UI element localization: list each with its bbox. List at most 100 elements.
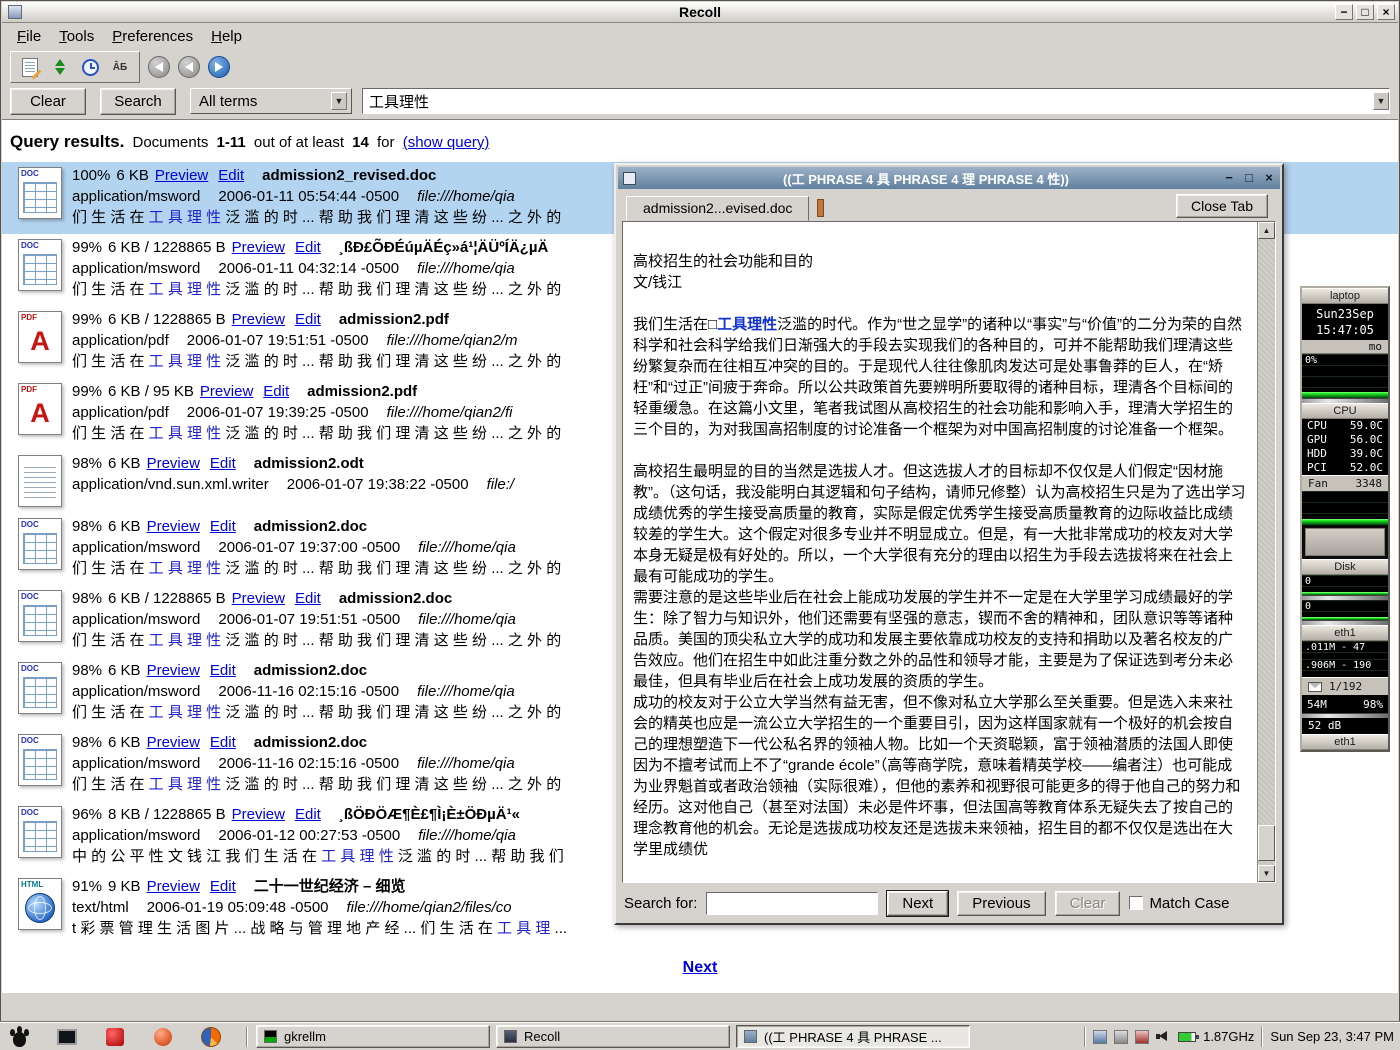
minimize-icon[interactable]: − (1335, 4, 1353, 20)
result-date: 2006-11-16 02:15:16 -0500 (218, 755, 399, 772)
find-input[interactable] (706, 892, 878, 915)
result-size: 6 KB / 1228865 B (108, 239, 226, 256)
edit-link[interactable]: Edit (210, 518, 236, 535)
sort-icon[interactable] (48, 55, 72, 79)
edit-link[interactable]: Edit (295, 806, 321, 823)
separator (246, 1027, 248, 1047)
menu-help[interactable]: Help (202, 26, 251, 47)
edit-link[interactable]: Edit (218, 167, 244, 184)
scrollbar-thumb[interactable] (1258, 825, 1275, 861)
taskbar-button[interactable]: gkrellm (256, 1025, 490, 1048)
search-button[interactable]: Search (100, 88, 176, 115)
tray-icon[interactable] (1114, 1030, 1128, 1044)
prev-page-icon[interactable] (178, 56, 200, 78)
disk-chart: 0 (1302, 575, 1388, 595)
activity-chart (1302, 491, 1388, 525)
firefox-icon[interactable] (198, 1025, 224, 1049)
preview-link[interactable]: Preview (155, 167, 208, 184)
preview-titlebar[interactable]: ((工 PHRASE 4 具 PHRASE 4 理 PHRASE 4 性)) −… (618, 167, 1280, 189)
highlighted-term: 工 具 理 性 (149, 209, 222, 226)
result-range: 1-11 (217, 134, 246, 151)
result-title: admission2.doc (254, 734, 367, 751)
chevron-down-icon: ▼ (331, 92, 347, 110)
preview-link[interactable]: Preview (147, 662, 200, 679)
preview-link[interactable]: Preview (232, 806, 285, 823)
edit-link[interactable]: Edit (210, 662, 236, 679)
search-mode-select[interactable]: All terms ▼ (190, 88, 352, 114)
first-page-icon[interactable] (148, 56, 170, 78)
edit-link[interactable]: Edit (295, 239, 321, 256)
preview-paragraph: 我们生活在□工具理性泛滥的时代。作为“世之显学”的诸种以“事实”与“价值”的二分… (633, 314, 1247, 440)
edit-link[interactable]: Edit (295, 311, 321, 328)
close-icon[interactable]: × (1377, 4, 1395, 20)
taskbar-button[interactable]: ((工 PHRASE 4 具 PHRASE ... (736, 1025, 970, 1048)
preview-paragraph (633, 293, 1247, 314)
edit-link[interactable]: Edit (210, 734, 236, 751)
sensor-row: HDD39.0C (1302, 447, 1388, 461)
match-case-checkbox[interactable] (1129, 896, 1143, 910)
find-previous-button[interactable]: Previous (957, 891, 1045, 916)
history-clock-icon[interactable] (78, 55, 102, 79)
chevron-down-icon[interactable]: ▼ (1373, 92, 1389, 110)
result-size: 6 KB (108, 662, 141, 679)
scrollbar-track[interactable] (1258, 239, 1275, 865)
result-title: admission2.doc (339, 590, 452, 607)
result-date: 2006-01-07 19:37:00 -0500 (218, 539, 400, 556)
result-relevance: 99% (72, 239, 102, 256)
find-clear-button[interactable]: Clear (1055, 891, 1121, 916)
next-page-link[interactable]: Next (683, 959, 718, 976)
sensor-name: GPU (1307, 433, 1327, 447)
preview-paragraph (633, 440, 1247, 461)
preview-link[interactable]: Preview (200, 383, 253, 400)
find-next-button[interactable]: Next (887, 891, 948, 916)
show-query-link[interactable]: (show query) (403, 134, 490, 151)
edit-link[interactable]: Edit (263, 383, 289, 400)
result-date: 2006-01-11 05:54:44 -0500 (218, 188, 399, 205)
result-mimetype: application/msword (72, 539, 200, 556)
preview-link[interactable]: Preview (232, 590, 285, 607)
minimize-icon[interactable]: − (1220, 168, 1238, 186)
close-tab-button[interactable]: Close Tab (1176, 194, 1268, 218)
search-input[interactable] (363, 90, 1373, 112)
volume-icon[interactable] (1156, 1030, 1171, 1043)
close-icon[interactable]: × (1260, 168, 1278, 186)
query-editor-icon[interactable] (18, 55, 42, 79)
term-explorer-icon[interactable]: ÂБ (108, 55, 132, 79)
preview-tab[interactable]: admission2...evised.doc (626, 196, 809, 221)
preview-scrollbar[interactable]: ▲ ▼ (1257, 222, 1275, 882)
terminal-launcher-icon[interactable] (54, 1025, 80, 1049)
tray-icon[interactable] (1135, 1030, 1149, 1044)
preview-link[interactable]: Preview (147, 455, 200, 472)
preview-link[interactable]: Preview (232, 311, 285, 328)
recoll-task-icon (504, 1030, 517, 1043)
fan-readout: Fan 3348 (1302, 475, 1388, 491)
scroll-down-icon[interactable]: ▼ (1258, 865, 1275, 882)
clear-button[interactable]: Clear (10, 88, 86, 115)
edit-link[interactable]: Edit (210, 455, 236, 472)
launcher-red-icon[interactable] (102, 1025, 128, 1049)
maximize-icon[interactable]: □ (1240, 168, 1258, 186)
preview-link[interactable]: Preview (147, 734, 200, 751)
result-url: file:/ (487, 476, 515, 493)
net-charts: .011M - 47.906M - 190 (1302, 641, 1388, 677)
result-size: 6 KB (116, 167, 149, 184)
doc-file-icon: DOC (8, 732, 72, 795)
taskbar-button[interactable]: Recoll (496, 1025, 730, 1048)
gkrellm-hostname[interactable]: laptop (1302, 288, 1388, 304)
edit-link[interactable]: Edit (210, 878, 236, 895)
menu-file[interactable]: File (8, 26, 50, 47)
launcher-orange-icon[interactable] (150, 1025, 176, 1049)
tray-icon[interactable] (1093, 1030, 1107, 1044)
maximize-icon[interactable]: □ (1356, 4, 1374, 20)
preview-link[interactable]: Preview (147, 518, 200, 535)
preview-link[interactable]: Preview (232, 239, 285, 256)
next-page-icon[interactable] (208, 56, 230, 78)
menu-footprint-icon[interactable] (6, 1025, 32, 1049)
scroll-up-icon[interactable]: ▲ (1258, 222, 1275, 239)
menu-tools[interactable]: Tools (50, 26, 103, 47)
menu-preferences[interactable]: Preferences (103, 26, 202, 47)
main-titlebar[interactable]: Recoll − □ × (2, 2, 1398, 23)
result-mimetype: application/msword (72, 683, 200, 700)
preview-link[interactable]: Preview (147, 878, 200, 895)
edit-link[interactable]: Edit (295, 590, 321, 607)
